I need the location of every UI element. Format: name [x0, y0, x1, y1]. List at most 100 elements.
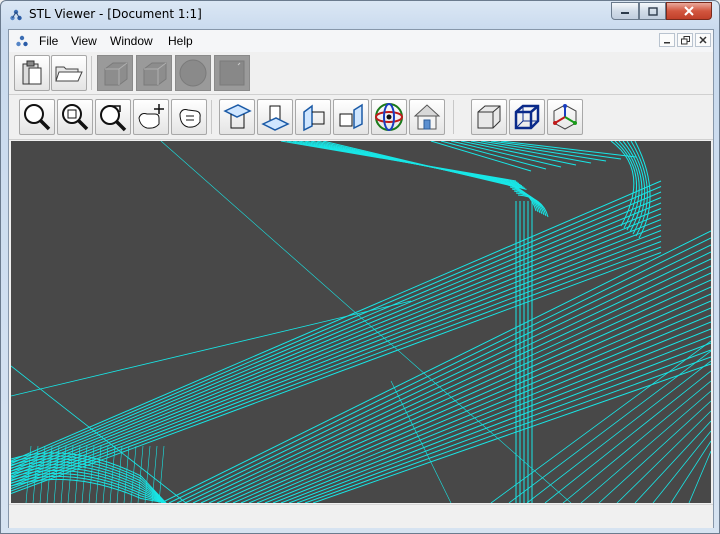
home-icon	[413, 104, 441, 130]
mesh-edge	[11, 219, 662, 479]
menu-window[interactable]: Window	[110, 34, 153, 48]
view-bottom-button[interactable]	[257, 99, 293, 135]
left-view-icon	[303, 104, 325, 132]
mdi-close-button[interactable]	[695, 33, 711, 47]
view-top-button[interactable]	[219, 99, 255, 135]
bottom-view-icon	[261, 105, 290, 131]
mesh-edge	[11, 464, 167, 503]
hand-icon	[179, 109, 201, 128]
folder-icon	[55, 66, 83, 82]
mesh-edge	[11, 197, 662, 469]
toolbar-separator	[211, 100, 212, 134]
zoom-window-button[interactable]	[57, 99, 93, 135]
mesh-edge	[158, 445, 165, 503]
new-document-button[interactable]	[14, 55, 50, 91]
shaded-mode-button[interactable]	[471, 99, 507, 135]
mesh-edge	[168, 237, 711, 503]
maximize-button[interactable]	[639, 2, 666, 20]
toolbar-separator	[453, 100, 454, 134]
main-toolbar	[9, 52, 713, 95]
mesh-edge	[95, 445, 102, 503]
mesh-edge	[272, 328, 711, 503]
wireframe-cube-icon	[514, 104, 540, 130]
view-right-button[interactable]	[333, 99, 369, 135]
view-iso-button[interactable]	[371, 99, 407, 135]
mesh-edge	[11, 365, 187, 503]
zoom-undo-icon	[100, 105, 127, 132]
globe-axis-icon	[375, 103, 403, 131]
close-icon	[684, 6, 694, 16]
mesh-edge	[248, 307, 711, 503]
menu-bar: File View Window Help	[9, 30, 713, 53]
mesh-edge	[526, 360, 711, 503]
mesh-edge	[216, 279, 711, 503]
title-bar[interactable]: STL Viewer - [Document 1:1]	[1, 1, 719, 29]
mesh-edge	[11, 246, 662, 492]
stl-wireframe-mesh	[11, 141, 711, 503]
app-icon[interactable]	[9, 8, 23, 22]
shaded-box-button[interactable]	[97, 55, 133, 91]
mesh-edge	[11, 186, 662, 464]
restore-icon	[680, 35, 690, 44]
window-title: STL Viewer - [Document 1:1]	[29, 7, 202, 21]
mesh-edge	[652, 430, 711, 503]
status-bar	[9, 504, 713, 528]
menu-file[interactable]: File	[39, 34, 58, 48]
mesh-edge	[390, 380, 452, 503]
view-toolbar	[9, 95, 713, 140]
document-system-icon[interactable]	[15, 34, 29, 48]
application-window: STL Viewer - [Document 1:1] File View Wi…	[0, 0, 720, 534]
close-button[interactable]	[666, 2, 712, 20]
mesh-edge	[109, 445, 116, 503]
plane-button[interactable]	[214, 55, 250, 91]
axes-triad-button[interactable]	[547, 99, 583, 135]
mesh-edge	[11, 235, 662, 487]
mesh-edge	[634, 420, 711, 503]
menu-help[interactable]: Help	[168, 34, 193, 48]
view-left-button[interactable]	[295, 99, 331, 135]
box-icon	[104, 62, 128, 86]
mesh-edge	[11, 241, 662, 489]
home-button[interactable]	[409, 99, 445, 135]
hand-arrows-icon	[138, 104, 164, 129]
maximize-icon	[647, 6, 658, 16]
mesh-edge	[232, 293, 711, 503]
minimize-icon	[621, 12, 629, 14]
open-folder-button[interactable]	[51, 55, 87, 91]
wire-box-button[interactable]	[136, 55, 172, 91]
wireframe-mode-button[interactable]	[509, 99, 545, 135]
minimize-button[interactable]	[611, 2, 639, 20]
client-area: File View Window Help	[8, 29, 714, 528]
right-view-icon	[339, 103, 363, 130]
mdi-restore-button[interactable]	[677, 33, 693, 47]
cube-icon	[143, 62, 167, 86]
sphere-button[interactable]	[175, 55, 211, 91]
mesh-edge	[192, 258, 711, 503]
mesh-edge	[160, 141, 572, 503]
shaded-cube-icon	[477, 105, 501, 129]
magnifier-icon	[24, 104, 51, 131]
mesh-edge	[580, 390, 711, 503]
sphere-icon	[179, 59, 207, 87]
zoom-previous-button[interactable]	[95, 99, 131, 135]
toolbar-separator	[91, 56, 92, 90]
zoom-button[interactable]	[19, 99, 55, 135]
mesh-edge	[11, 213, 662, 477]
mesh-edge	[304, 356, 711, 503]
3d-viewport[interactable]	[11, 141, 711, 503]
pan-button[interactable]	[171, 99, 207, 135]
mesh-edge	[688, 450, 711, 503]
zoom-window-icon	[62, 104, 89, 131]
axes-triad-icon	[553, 104, 577, 130]
mdi-minimize-button[interactable]	[659, 33, 675, 47]
clipboard-icon	[22, 60, 42, 85]
minimize-icon	[664, 42, 670, 44]
top-view-icon	[223, 104, 252, 129]
plane-icon	[219, 60, 245, 86]
mesh-edge	[11, 230, 662, 484]
mesh-edge	[562, 380, 711, 503]
mesh-edge	[508, 350, 711, 503]
menu-view[interactable]: View	[71, 34, 97, 48]
rotate-button[interactable]	[133, 99, 169, 135]
close-icon	[699, 36, 707, 44]
